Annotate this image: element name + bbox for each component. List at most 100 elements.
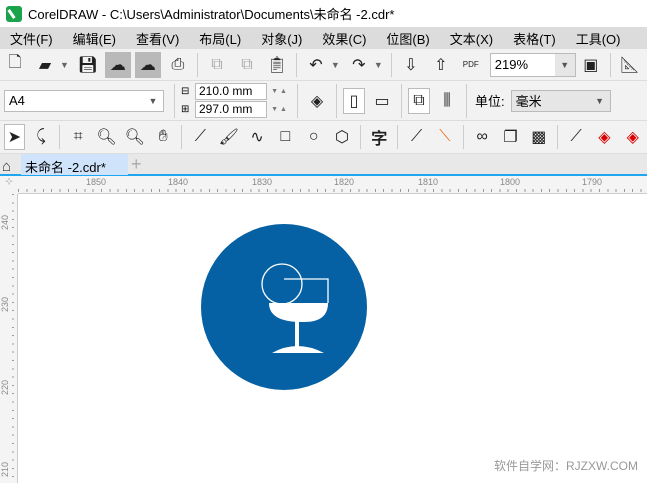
menu-text[interactable]: 文本(X): [440, 29, 503, 48]
menu-object[interactable]: 对象(J): [251, 29, 312, 48]
current-page-icon[interactable]: ⫼: [434, 88, 460, 114]
coreldraw-logo-icon: [6, 5, 22, 22]
copy-icon[interactable]: ⧉: [234, 52, 260, 78]
height-icon: ⊞: [181, 104, 190, 115]
spiral-curve-icon[interactable]: ∿: [245, 124, 269, 150]
landscape-icon[interactable]: ▭: [369, 88, 395, 114]
menu-bitmaps[interactable]: 位图(B): [376, 29, 439, 48]
print-icon[interactable]: ⎙: [165, 52, 191, 78]
divider: [336, 83, 337, 118]
crop-tool-icon[interactable]: ⌗: [66, 124, 90, 150]
ruler-ticks: [18, 189, 647, 192]
shape-tool-icon[interactable]: ⤹: [29, 124, 53, 150]
menu-effects[interactable]: 效果(C): [312, 29, 376, 48]
undo-icon[interactable]: ↶: [303, 52, 329, 78]
cloud-upload-icon[interactable]: ☁: [134, 51, 161, 78]
chevron-down-icon[interactable]: ▼: [374, 60, 383, 70]
cloud-download-icon[interactable]: ☁: [104, 51, 131, 78]
blend-tool-icon[interactable]: ∞: [470, 124, 494, 150]
page-size-value[interactable]: A4: [9, 93, 25, 108]
page-sizes-icon[interactable]: ◈: [304, 88, 330, 114]
new-document-icon[interactable]: 🗋: [2, 52, 28, 78]
page-size-select[interactable]: A4 ▼: [4, 89, 164, 112]
wine-glass-artwork[interactable]: [19, 195, 647, 483]
page-dimensions: ⊟ 210.0 mm ▼ ▲ ⊞ 297.0 mm ▼ ▲: [181, 83, 287, 118]
divider: [401, 83, 402, 118]
drawing-canvas[interactable]: [19, 195, 647, 483]
portrait-icon[interactable]: ▯: [343, 87, 365, 114]
ruler-label: 1830: [252, 177, 273, 187]
page-height-value[interactable]: 297.0 mm: [199, 102, 252, 116]
vertical-ruler[interactable]: 240 230 220 210: [0, 194, 18, 483]
ellipse-tool-icon[interactable]: ○: [302, 124, 326, 150]
dimension-tool-icon[interactable]: ⟋: [404, 124, 428, 150]
export-icon[interactable]: ⇧: [428, 52, 454, 78]
interactive-fill-icon[interactable]: ◈: [592, 124, 616, 150]
polygon-tool-icon[interactable]: ⬡: [330, 124, 354, 150]
property-bar: A4 ▼ ⊟ 210.0 mm ▼ ▲ ⊞ 297.0 mm ▼ ▲ ◈ ▯ ▭ ⧉ ⫼…: [0, 81, 647, 121]
horizontal-ruler[interactable]: 1850 1840 1830 1820 1810 1800 1790: [18, 176, 647, 194]
full-screen-icon[interactable]: ▣: [578, 52, 604, 78]
chevron-down-icon[interactable]: ▼: [331, 60, 340, 70]
options-ruler-icon[interactable]: 📐︎: [617, 52, 643, 78]
all-pages-icon[interactable]: ⧉: [408, 87, 430, 114]
page-height-input[interactable]: 297.0 mm ▼ ▲: [195, 101, 287, 118]
transparency-icon[interactable]: ▩: [527, 124, 551, 150]
pick-tool-icon[interactable]: ➤: [4, 124, 25, 150]
chevron-down-icon[interactable]: ▼: [590, 91, 610, 111]
chevron-down-icon[interactable]: ▼: [60, 60, 69, 70]
ruler-origin[interactable]: ⊹: [0, 176, 18, 194]
ruler-label: 210: [0, 461, 10, 477]
freehand-tool-icon[interactable]: ⟋: [188, 124, 212, 150]
divider: [174, 83, 175, 118]
width-spinner[interactable]: ▼ ▲: [268, 84, 290, 99]
zoom-out-tool-icon[interactable]: 🔍︎: [123, 124, 147, 150]
publish-pdf-icon[interactable]: PDF: [458, 52, 484, 78]
menu-table[interactable]: 表格(T): [503, 29, 566, 48]
ruler-label: 230: [0, 296, 10, 312]
cut-icon[interactable]: ⧉: [204, 52, 230, 78]
height-spinner[interactable]: ▼ ▲: [268, 102, 290, 117]
zoom-level-combo[interactable]: 219% ▼: [489, 52, 576, 77]
chevron-down-icon[interactable]: ▼: [554, 53, 575, 76]
toolbox: ➤ ⤹ ⌗ 🔍︎ 🔍︎ ✋︎ ⟋ 🖌︎ ∿ □ ○ ⬡ 字 ⟋ ⟍ ∞ ❐ ▩ …: [0, 121, 647, 154]
add-tab-button[interactable]: +: [131, 154, 142, 175]
import-icon[interactable]: ⇩: [398, 52, 424, 78]
page-width-input[interactable]: 210.0 mm ▼ ▲: [195, 83, 287, 100]
connector-tool-icon[interactable]: ⟍: [433, 124, 457, 150]
paste-icon[interactable]: 📋︎: [264, 52, 290, 78]
menu-view[interactable]: 查看(V): [126, 29, 189, 48]
zoom-tool-icon[interactable]: 🔍︎: [94, 124, 118, 150]
window-title: CorelDRAW - C:\Users\Administrator\Docum…: [28, 7, 395, 22]
artistic-media-icon[interactable]: 🖌︎: [217, 124, 241, 150]
menu-layout[interactable]: 布局(L): [189, 29, 251, 48]
smart-fill-icon[interactable]: ◈: [621, 124, 645, 150]
eyedropper-icon[interactable]: ⟋: [564, 124, 588, 150]
menu-file[interactable]: 文件(F): [0, 29, 63, 48]
divider: [196, 52, 198, 77]
text-tool-icon[interactable]: 字: [367, 124, 391, 150]
menu-edit[interactable]: 编辑(E): [63, 29, 126, 48]
divider: [297, 83, 298, 118]
page-width-value[interactable]: 210.0 mm: [199, 84, 252, 98]
drop-shadow-icon[interactable]: ❐: [498, 124, 522, 150]
open-folder-icon[interactable]: ▰: [32, 52, 58, 78]
menu-tools[interactable]: 工具(O): [566, 29, 631, 48]
ruler-label: 1810: [418, 177, 439, 187]
tab-document[interactable]: 未命名 -2.cdr*: [21, 154, 128, 175]
divider: [556, 125, 558, 149]
rectangle-tool-icon[interactable]: □: [273, 124, 297, 150]
home-icon[interactable]: ⌂: [2, 158, 11, 175]
divider: [463, 125, 464, 149]
ruler-label: 1840: [168, 177, 189, 187]
divider: [397, 125, 399, 149]
pan-tool-icon[interactable]: ✋︎: [151, 124, 175, 150]
save-icon[interactable]: 💾︎: [75, 52, 101, 78]
chevron-down-icon[interactable]: ▼: [143, 91, 163, 111]
zoom-level-value[interactable]: 219%: [495, 57, 528, 72]
width-icon: ⊟: [181, 86, 190, 97]
standard-toolbar: 🗋 ▰ ▼ 💾︎ ☁ ☁ ⎙ ⧉ ⧉ 📋︎ ↶ ▼ ↷ ▼ ⇩ ⇧ PDF 219% …: [0, 49, 647, 81]
redo-icon[interactable]: ↷: [346, 52, 372, 78]
units-select[interactable]: 毫米 ▼: [510, 89, 611, 112]
units-value[interactable]: 毫米: [516, 91, 542, 110]
